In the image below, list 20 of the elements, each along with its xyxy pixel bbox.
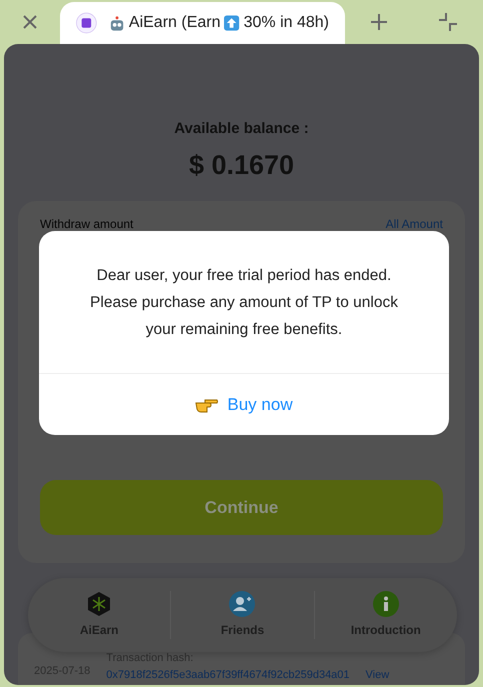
continue-button[interactable]: Continue (40, 480, 443, 535)
plus-icon[interactable] (370, 13, 388, 31)
robot-icon (108, 14, 125, 32)
browser-tab[interactable]: AiEarn (Earn 30% in 48h) (60, 2, 345, 44)
withdraw-label: Withdraw amount (40, 216, 134, 233)
tab-title: AiEarn (Earn (128, 13, 220, 33)
up-arrow-icon (224, 15, 240, 31)
dialog-message: Dear user, your free trial period has ended. Please purchase any amount of TP to unlock your remaining free benefits. (89, 266, 399, 340)
balance-amount: $ 0.1670 (188, 148, 294, 182)
info-icon (372, 591, 399, 617)
close-icon[interactable] (22, 14, 38, 30)
tab-title: 30% in 48h) (244, 13, 329, 33)
balance-label: Available balance : (174, 119, 309, 139)
app-logo-icon (76, 12, 97, 34)
transaction-hash: 0x7918f2526f5e3aab67f39ff4674f92cb259d34a01 (106, 668, 350, 682)
minimize-icon[interactable] (438, 12, 458, 32)
all-amount-link[interactable]: All Amount (386, 215, 443, 233)
view-link[interactable]: View (366, 666, 390, 683)
add-person-icon (229, 591, 256, 617)
buy-now-button[interactable]: Buy now (195, 392, 293, 418)
